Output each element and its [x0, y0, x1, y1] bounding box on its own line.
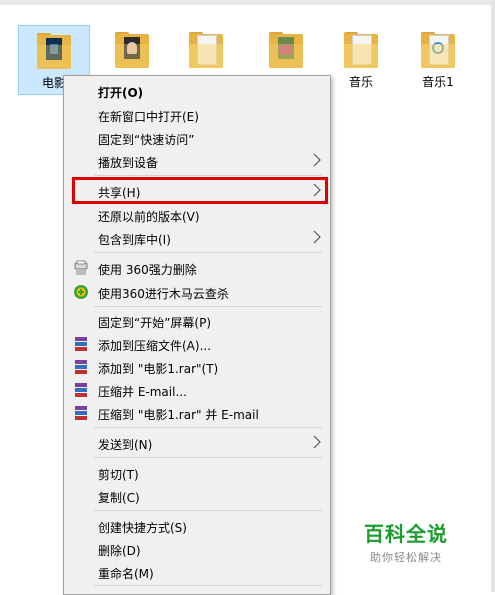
menu-item-cut[interactable]: 剪切(T): [66, 462, 328, 484]
menu-item-label: 添加到 "电影1.rar"(T): [98, 362, 219, 376]
menu-item-delete[interactable]: 删除(D): [66, 538, 328, 560]
winrar-icon: [75, 337, 87, 351]
folder-label: 音乐: [348, 75, 373, 89]
menu-item-send-to[interactable]: 发送到(N): [66, 432, 328, 454]
menu-item-label: 打开(O): [98, 86, 144, 100]
folder-icon: [115, 32, 149, 70]
folder-icon: [421, 32, 455, 70]
menu-item-label: 压缩到 "电影1.rar" 并 E-mail: [98, 408, 259, 422]
watermark: 百科全说 助你轻松解决: [356, 518, 456, 565]
menu-separator: [94, 252, 322, 253]
menu-item-compress-rar-email[interactable]: 压缩到 "电影1.rar" 并 E-mail: [66, 402, 328, 424]
menu-item-pin-quick-access[interactable]: 固定到“快速访问”: [66, 127, 328, 149]
share-highlight-box: [72, 177, 328, 204]
folder-icon: [344, 32, 378, 70]
menu-item-label: 使用 360强力删除: [98, 263, 197, 277]
menu-item-restore-previous-versions[interactable]: 还原以前的版本(V): [66, 204, 328, 226]
menu-item-open[interactable]: 打开(O): [66, 80, 328, 102]
watermark-title: 百科全说: [364, 522, 448, 546]
menu-item-label: 还原以前的版本(V): [98, 210, 200, 224]
chevron-right-icon: [313, 230, 321, 244]
folder-icon: [189, 32, 223, 70]
folder-music[interactable]: 音乐: [325, 25, 397, 95]
menu-item-rename[interactable]: 重命名(M): [66, 561, 328, 583]
menu-item-compress-email[interactable]: 压缩并 E-mail...: [66, 379, 328, 401]
menu-item-create-shortcut[interactable]: 创建快捷方式(S): [66, 515, 328, 537]
menu-item-label: 剪切(T): [98, 468, 139, 482]
menu-separator: [94, 457, 322, 458]
window-right-edge: [491, 0, 495, 592]
menu-item-label: 压缩并 E-mail...: [98, 385, 187, 399]
menu-item-label: 复制(C): [98, 491, 140, 505]
menu-item-360-shred[interactable]: 使用 360强力删除: [66, 257, 328, 279]
menu-item-include-in-library[interactable]: 包含到库中(I): [66, 227, 328, 249]
folder-label: 音乐1: [422, 75, 454, 89]
360-security-icon: [74, 285, 88, 299]
menu-item-label: 在新窗口中打开(E): [98, 110, 199, 124]
menu-separator: [94, 585, 322, 586]
shredder-icon: [74, 260, 88, 275]
menu-item-add-to-archive[interactable]: 添加到压缩文件(A)...: [66, 333, 328, 355]
menu-item-label: 包含到库中(I): [98, 233, 171, 247]
menu-item-label: 固定到“开始”屏幕(P): [98, 316, 212, 330]
menu-separator: [94, 427, 322, 428]
menu-item-add-to-rar[interactable]: 添加到 "电影1.rar"(T): [66, 356, 328, 378]
menu-item-label: 使用360进行木马云查杀: [98, 287, 229, 301]
menu-item-360-trojan-scan[interactable]: 使用360进行木马云查杀: [66, 281, 328, 303]
menu-item-cast-to-device[interactable]: 播放到设备: [66, 150, 328, 172]
menu-item-label: 重命名(M): [98, 567, 154, 581]
winrar-icon: [75, 360, 87, 374]
menu-item-label: 播放到设备: [98, 156, 159, 170]
watermark-subtitle: 助你轻松解决: [370, 551, 442, 564]
winrar-icon: [75, 383, 87, 397]
context-menu: 打开(O) 在新窗口中打开(E) 固定到“快速访问” 播放到设备 共享(H) 还…: [63, 75, 331, 595]
menu-separator: [94, 306, 322, 307]
menu-item-label: 固定到“快速访问”: [98, 133, 195, 147]
menu-item-pin-to-start[interactable]: 固定到“开始”屏幕(P): [66, 310, 328, 332]
chevron-right-icon: [313, 153, 321, 167]
menu-item-label: 创建快捷方式(S): [98, 521, 187, 535]
menu-item-label: 发送到(N): [98, 438, 153, 452]
menu-item-open-new-window[interactable]: 在新窗口中打开(E): [66, 104, 328, 126]
menu-item-label: 删除(D): [98, 544, 141, 558]
menu-item-label: 添加到压缩文件(A)...: [98, 339, 212, 353]
folder-icon: [37, 33, 71, 71]
menu-item-copy[interactable]: 复制(C): [66, 485, 328, 507]
menu-separator: [94, 510, 322, 511]
chevron-right-icon: [313, 435, 321, 449]
folder-music-1[interactable]: 音乐1: [402, 25, 474, 95]
winrar-icon: [75, 406, 87, 420]
folder-icon: [269, 32, 303, 70]
window-top-edge: [0, 0, 495, 5]
menu-separator: [94, 175, 322, 176]
